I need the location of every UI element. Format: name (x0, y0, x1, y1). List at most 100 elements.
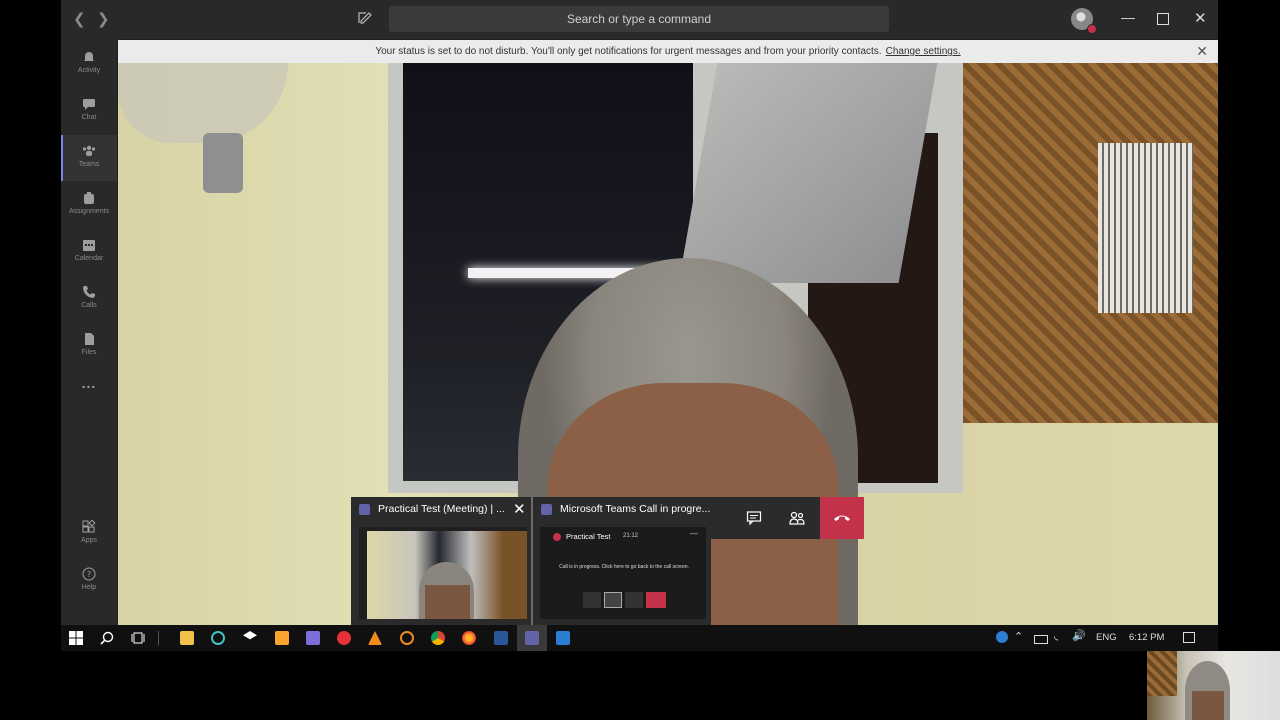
rail-item-apps[interactable]: Apps (61, 511, 117, 557)
status-dnd-badge (1087, 24, 1097, 34)
call-mini-time: 21:12 (623, 533, 639, 539)
windows-start-icon[interactable] (69, 631, 83, 645)
fan-shape (118, 63, 288, 143)
teams-window: ❮ ❯ Search or type a command — ✕ Activit… (61, 0, 1218, 651)
hang-up-button[interactable] (820, 497, 864, 539)
app-loop-icon[interactable] (211, 631, 225, 645)
language-indicator[interactable]: ENG (1096, 632, 1117, 643)
camera-icon (583, 592, 601, 608)
word-icon[interactable] (494, 631, 508, 645)
back-icon[interactable]: ❮ (73, 10, 86, 28)
search-input[interactable]: Search or type a command (389, 6, 889, 32)
wall-switch-shape (203, 133, 243, 193)
rail-item-activity[interactable]: Activity (61, 41, 117, 87)
change-settings-link[interactable]: Change settings. (886, 46, 961, 57)
more-icon: ... (81, 375, 97, 391)
rail-label: Help (81, 584, 97, 591)
dnd-status-banner: Your status is set to do not disturb. Yo… (118, 40, 1218, 63)
preview-thumbnail: Practical Test 21:12 — Call is in progre… (540, 527, 706, 619)
phone-icon (83, 286, 95, 298)
call-mini-name: Practical Test (566, 532, 611, 541)
preview-title: Practical Test (Meeting) | ... (378, 503, 505, 515)
person-face-shape (1192, 691, 1224, 720)
taskbar-preview-call[interactable]: Microsoft Teams Call in progre... Practi… (533, 497, 711, 625)
chat-icon (746, 511, 762, 526)
rail-label: Calendar (74, 255, 104, 262)
app-purple-icon[interactable] (306, 631, 320, 645)
firefox-icon[interactable] (462, 631, 476, 645)
rail-item-teams[interactable]: Teams (61, 135, 117, 181)
rail-item-help[interactable]: ? Help (61, 558, 117, 604)
minimize-icon[interactable]: — (1121, 9, 1135, 25)
chrome-icon[interactable] (431, 631, 445, 645)
task-view-icon[interactable] (131, 631, 145, 645)
chevron-up-icon[interactable]: ⌃ (1014, 630, 1023, 643)
teams-icon[interactable] (525, 631, 539, 645)
dropbox-icon[interactable] (243, 631, 257, 640)
app-window-icon[interactable] (556, 631, 570, 645)
recording-icon (553, 533, 561, 541)
rail-label: Assignments (68, 208, 110, 215)
rail-item-calendar[interactable]: Calendar (61, 229, 117, 275)
file-explorer-icon[interactable] (180, 631, 194, 645)
opera-icon[interactable] (337, 631, 351, 645)
mic-icon (604, 592, 622, 608)
hang-up-icon (646, 592, 666, 608)
calendar-icon (83, 240, 95, 251)
app-orange-icon[interactable] (275, 631, 289, 645)
clock[interactable]: 6:12 PM (1129, 632, 1164, 643)
rail-label: Activity (77, 67, 101, 74)
action-center-icon[interactable] (1183, 632, 1195, 643)
close-icon[interactable]: ✕ (1194, 9, 1207, 27)
rail-more-button[interactable]: ... (61, 375, 117, 399)
rail-item-calls[interactable]: Calls (61, 276, 117, 322)
preview-title: Microsoft Teams Call in progre... (560, 503, 711, 515)
books-shape (1098, 143, 1193, 313)
teams-app-icon (359, 504, 370, 515)
help-tray-icon[interactable] (996, 631, 1008, 643)
search-icon[interactable] (100, 631, 114, 645)
teams-icon (82, 145, 96, 156)
volume-icon[interactable]: 🔊 (1072, 629, 1086, 642)
rail-label: Teams (78, 161, 100, 168)
windows-taskbar: ⌃ ◟ 🔊 ENG 6:12 PM (61, 625, 1218, 651)
files-icon (85, 333, 94, 345)
divider (158, 631, 159, 645)
vlc-icon[interactable] (368, 631, 382, 645)
hang-up-icon (834, 515, 850, 521)
compose-icon[interactable] (357, 10, 373, 31)
close-icon[interactable]: ✕ (1196, 40, 1208, 63)
share-icon (625, 592, 643, 608)
rail-label: Files (81, 349, 97, 356)
assignments-icon (84, 192, 94, 204)
taskbar-preview-meeting[interactable]: Practical Test (Meeting) | ... ✕ (351, 497, 531, 625)
wifi-icon[interactable]: ◟ (1054, 629, 1058, 642)
chat-icon (83, 99, 95, 110)
participants-icon (789, 511, 805, 525)
curtain-shape (678, 63, 938, 283)
minimize-icon: — (690, 529, 698, 538)
help-icon: ? (82, 567, 96, 581)
battery-icon[interactable] (1034, 635, 1048, 644)
rail-item-assignments[interactable]: Assignments (61, 182, 117, 228)
close-icon[interactable]: ✕ (513, 500, 526, 518)
rail-label: Calls (81, 302, 97, 309)
title-bar: ❮ ❯ Search or type a command — ✕ (61, 0, 1218, 39)
webcam-overlay (1147, 651, 1280, 720)
bell-icon (84, 52, 94, 62)
apps-icon (82, 520, 96, 533)
chat-toggle-button[interactable] (733, 497, 775, 539)
call-mini-message: Call is in progress. Click here to go ba… (559, 564, 689, 570)
svg-text:?: ? (87, 570, 91, 579)
rail-label: Chat (81, 114, 97, 121)
restore-icon[interactable] (1157, 13, 1169, 25)
banner-text: Your status is set to do not disturb. Yo… (375, 46, 882, 57)
rail-item-chat[interactable]: Chat (61, 88, 117, 134)
preview-thumbnail (359, 527, 527, 619)
app-rail: Activity Chat Teams Assignments Calendar… (61, 39, 117, 625)
participants-button[interactable] (776, 497, 818, 539)
rail-item-files[interactable]: Files (61, 323, 117, 369)
forward-icon[interactable]: ❯ (97, 10, 110, 28)
teams-app-icon (541, 504, 552, 515)
search-app-icon[interactable] (400, 631, 414, 645)
